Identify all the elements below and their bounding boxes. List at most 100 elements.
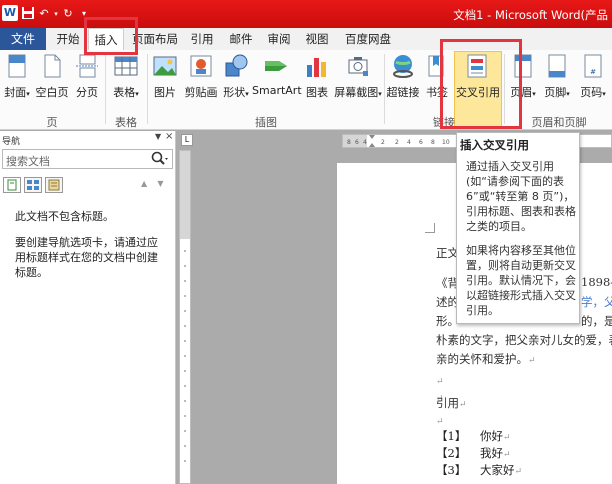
- tooltip-description: 通过插入交叉引用(如“请参阅下面的表 6”或“转至第 8 页”)，引用标题、图表…: [466, 160, 576, 233]
- citation-number: 【1】: [436, 429, 467, 443]
- bookmark-icon: [428, 55, 444, 77]
- headings-view-icon[interactable]: [3, 177, 21, 193]
- tab-baidu-netdisk[interactable]: 百度网盘: [340, 28, 396, 50]
- page-break-button[interactable]: 分页: [72, 52, 102, 108]
- create-headings-hint: 要创建导航选项卡，请通过应用标题样式在您的文档中创建标题。: [15, 236, 158, 279]
- doc-line-3-right: 学，父: [581, 295, 612, 309]
- svg-text:6: 6: [419, 139, 423, 146]
- page-number-label: 页码: [580, 86, 603, 99]
- svg-text:6: 6: [355, 139, 359, 146]
- citation-row[interactable]: 【2】 我好↵: [436, 445, 511, 461]
- citation-text: 大家好: [480, 463, 515, 477]
- page-break-icon: [76, 54, 98, 78]
- page-number-icon: #: [584, 54, 602, 78]
- tab-references[interactable]: 引用: [187, 28, 217, 50]
- group-label-illustrations: 插图: [255, 116, 277, 129]
- references-heading: 引用↵: [436, 396, 467, 410]
- svg-text:8: 8: [347, 139, 351, 146]
- svg-text:8: 8: [431, 139, 435, 146]
- picture-icon: [153, 56, 177, 76]
- cover-page-button[interactable]: 封面▾: [2, 52, 32, 108]
- tab-insert[interactable]: 插入: [88, 28, 124, 50]
- citation-row[interactable]: 【1】 你好↵: [436, 428, 511, 444]
- search-icon[interactable]: [150, 151, 168, 167]
- citation-text: 你好: [480, 429, 503, 443]
- page-number-button[interactable]: # 页码▾: [576, 52, 610, 108]
- smartart-label: SmartArt: [252, 84, 302, 97]
- citation-number: 【3】: [436, 463, 467, 477]
- shapes-icon: [225, 54, 248, 77]
- header-button[interactable]: 页眉▾: [508, 52, 538, 108]
- doc-line-6: 亲的关怀和爱护。↵: [436, 352, 536, 366]
- chart-icon: [307, 58, 326, 77]
- redo-icon[interactable]: ↻: [60, 6, 76, 22]
- nav-options-icon[interactable]: ▼: [155, 132, 161, 141]
- bookmark-label: 书签: [426, 86, 448, 99]
- tab-selector-button[interactable]: L: [181, 134, 193, 146]
- tab-page-layout[interactable]: 页面布局: [130, 28, 180, 50]
- picture-button[interactable]: 图片: [150, 52, 180, 108]
- smartart-button[interactable]: SmartArt: [252, 52, 302, 108]
- doc-line-5: 朴素的文字，把父亲对儿女的爱，表: [436, 333, 612, 347]
- svg-text:#: #: [590, 68, 596, 76]
- tab-review[interactable]: 审阅: [264, 28, 294, 50]
- svg-text:4: 4: [407, 139, 411, 146]
- group-label-links: 链接: [433, 116, 455, 129]
- footer-button[interactable]: 页脚▾: [540, 52, 574, 108]
- clip-art-button[interactable]: 剪贴画: [182, 52, 220, 108]
- tab-mailings[interactable]: 邮件: [226, 28, 256, 50]
- nav-prev-next-icons[interactable]: ▲ ▼: [141, 179, 163, 188]
- bookmark-button[interactable]: 书签: [422, 52, 452, 108]
- search-input[interactable]: 搜索文档: [2, 149, 173, 169]
- tab-file[interactable]: 文件: [0, 28, 46, 50]
- shapes-label: 形状: [223, 86, 246, 99]
- doc-line-2-right: 1898-1: [581, 275, 612, 289]
- table-icon: [114, 56, 138, 76]
- citation-row[interactable]: 【3】 大家好↵: [436, 462, 522, 478]
- screenshot-button[interactable]: 屏幕截图▾: [334, 52, 382, 108]
- title-bar: W ↶ ▾ ↻ ▾ 文档1 - Microsoft Word(产品: [0, 0, 612, 28]
- blank-page-button[interactable]: 空白页: [34, 52, 70, 108]
- smartart-icon: [265, 61, 287, 71]
- clip-art-label: 剪贴画: [184, 86, 218, 99]
- close-icon[interactable]: ×: [165, 131, 173, 142]
- nav-pane-title: 导航: [2, 137, 21, 147]
- results-view-icon[interactable]: [45, 177, 63, 193]
- svg-text:2: 2: [395, 139, 399, 146]
- cross-reference-button[interactable]: 交叉引用: [455, 52, 501, 108]
- hyperlink-icon: [393, 55, 413, 78]
- search-placeholder: 搜索文档: [6, 155, 50, 168]
- pages-view-icon[interactable]: [24, 177, 42, 193]
- tab-view[interactable]: 视图: [302, 28, 332, 50]
- table-button[interactable]: 表格▾: [108, 52, 144, 108]
- cover-page-icon: [8, 54, 26, 78]
- no-headings-message: 此文档不包含标题。: [15, 210, 114, 223]
- empty-paragraph: ↵: [436, 417, 444, 427]
- empty-paragraph: ↵: [436, 377, 444, 387]
- footer-icon: [548, 54, 566, 78]
- screenshot-icon: [348, 57, 368, 76]
- customize-toolbar-icon[interactable]: ▾: [76, 6, 92, 22]
- footer-label: 页脚: [544, 86, 567, 99]
- chart-button[interactable]: 图表: [302, 52, 332, 108]
- group-label-header-footer: 页眉和页脚: [531, 116, 587, 129]
- cross-reference-icon: [467, 54, 487, 78]
- svg-text:2: 2: [381, 139, 385, 146]
- shapes-button[interactable]: 形状▾: [222, 52, 250, 108]
- save-icon[interactable]: [20, 6, 36, 22]
- cover-page-label: 封面: [4, 86, 27, 99]
- screenshot-label: 屏幕截图: [334, 86, 379, 99]
- blank-page-label: 空白页: [35, 86, 69, 99]
- word-app-icon[interactable]: W: [2, 5, 18, 21]
- window-title: 文档1 - Microsoft Word(产品: [453, 8, 608, 22]
- header-icon: [514, 54, 532, 78]
- page-break-label: 分页: [76, 86, 98, 99]
- table-label: 表格: [113, 86, 136, 99]
- tab-home[interactable]: 开始: [50, 28, 86, 50]
- clip-art-icon: [190, 55, 212, 77]
- hyperlink-button[interactable]: 超链接: [386, 52, 420, 108]
- citation-text: 我好: [480, 446, 503, 460]
- navigation-pane: 导航 ▼ × 搜索文档 ▲ ▼ 此文档不包含标题。 要创建导航选项卡，请通过应用…: [0, 131, 176, 484]
- header-label: 页眉: [510, 86, 533, 99]
- citation-number: 【2】: [436, 446, 467, 460]
